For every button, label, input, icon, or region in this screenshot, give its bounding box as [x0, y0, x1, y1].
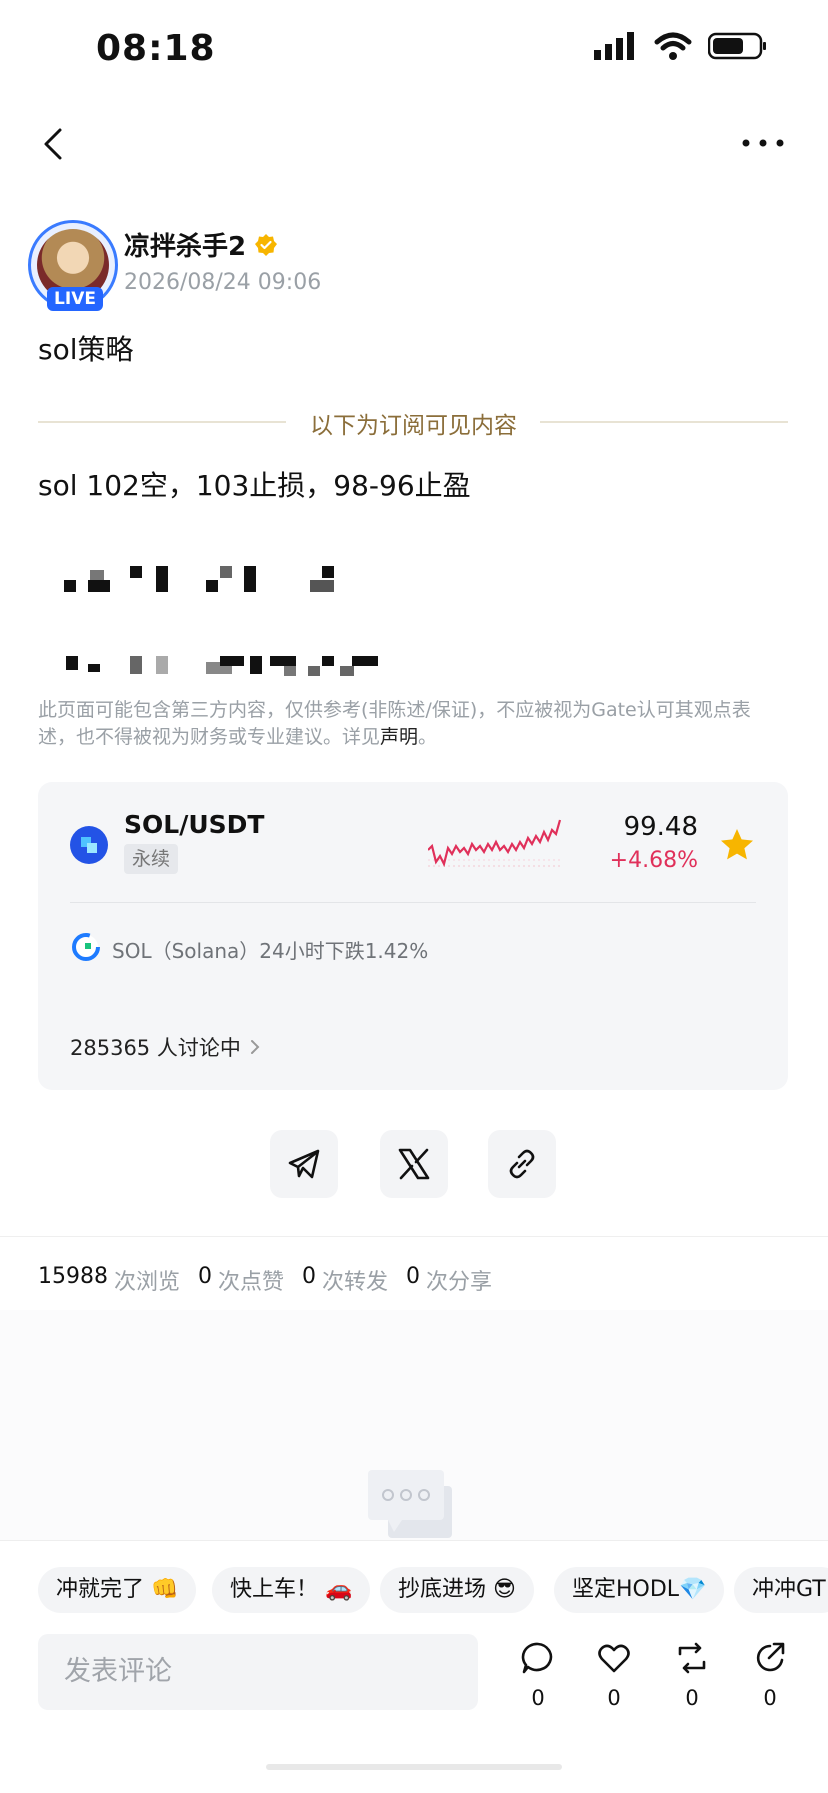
- shares-label: 次分享: [426, 1270, 493, 1295]
- share-x-button[interactable]: [380, 1130, 448, 1198]
- author-row: 凉拌杀手2: [124, 226, 278, 263]
- wifi-icon: [654, 32, 692, 60]
- views-label: 次浏览: [114, 1270, 181, 1295]
- link-icon: [509, 1149, 535, 1179]
- repost-icon: [678, 1642, 706, 1674]
- favorite-star-icon[interactable]: [718, 826, 756, 864]
- price-sparkline: [428, 819, 562, 868]
- likes-count: 0: [198, 1264, 213, 1289]
- live-badge: LIVE: [47, 287, 103, 311]
- post-time: 2026/08/24 09:06: [124, 270, 322, 295]
- section-separator: [0, 1236, 828, 1237]
- verified-icon: [255, 233, 278, 256]
- home-indicator: [266, 1764, 562, 1770]
- avatar[interactable]: LIVE: [28, 220, 118, 311]
- divider-line-left: [38, 421, 286, 423]
- comment-icon: [521, 1642, 553, 1674]
- reposts-label: 次转发: [322, 1270, 389, 1295]
- news-headline[interactable]: SOL（Solana）24小时下跌1.42%: [112, 935, 428, 964]
- share-action[interactable]: 0: [750, 1640, 790, 1710]
- copy-link-button[interactable]: [488, 1130, 556, 1198]
- chevron-right-icon: [250, 1040, 260, 1054]
- author-name[interactable]: 凉拌杀手2: [124, 226, 246, 263]
- views-count: 15988: [38, 1264, 108, 1289]
- quick-reply-chip[interactable]: 快上车！ 🚗: [212, 1567, 371, 1613]
- empty-comments-icon: [368, 1470, 452, 1538]
- quick-reply-chip[interactable]: 坚定HODL💎: [554, 1567, 725, 1613]
- pixelated-content: [60, 560, 420, 680]
- reposts-count: 0: [302, 1264, 317, 1289]
- comment-input[interactable]: 发表评论: [38, 1634, 478, 1710]
- status-time: 08:18: [96, 28, 216, 69]
- post-stats: 15988 次浏览 0 次点赞 0 次转发 0 次分享: [38, 1264, 510, 1296]
- telegram-icon: [288, 1149, 320, 1179]
- price-change: +4.68%: [609, 848, 698, 873]
- signal-icon: [594, 32, 634, 60]
- back-icon[interactable]: [36, 124, 76, 164]
- price-value: 99.48: [623, 812, 698, 842]
- comment-count: 0: [531, 1686, 545, 1710]
- status-icons: [594, 32, 768, 60]
- x-icon: [398, 1148, 430, 1180]
- discussion-count-link[interactable]: 285365 人讨论中: [70, 1032, 263, 1062]
- like-action[interactable]: 0: [594, 1640, 634, 1710]
- quick-reply-chip[interactable]: 冲冲GT: [734, 1567, 828, 1613]
- repost-count: 0: [685, 1686, 699, 1710]
- card-divider: [70, 902, 756, 903]
- gate-news-icon: [72, 933, 100, 961]
- share-count: 0: [763, 1686, 777, 1710]
- status-bar: 08:18: [0, 0, 828, 100]
- share-telegram-button[interactable]: [270, 1130, 338, 1198]
- perpetual-tag: 永续: [124, 844, 179, 874]
- pair-name: SOL/USDT: [124, 810, 265, 839]
- post-line: sol 102空，103止损，98-96止盈: [38, 469, 471, 502]
- more-icon[interactable]: [738, 128, 788, 158]
- share-icon: [756, 1642, 785, 1672]
- post-title: sol策略: [38, 333, 134, 366]
- heart-icon: [598, 1644, 630, 1673]
- quick-reply-chip[interactable]: 冲就完了 👊: [38, 1567, 197, 1613]
- disclaimer: 此页面可能包含第三方内容，仅供参考(非陈述/保证)，不应被视为Gate认可其观点…: [38, 697, 766, 751]
- comment-action[interactable]: 0: [518, 1640, 558, 1710]
- discussion-count: 285365 人讨论中: [70, 1036, 241, 1060]
- battery-icon: [708, 32, 766, 60]
- divider-line-right: [540, 421, 788, 423]
- likes-label: 次点赞: [218, 1270, 285, 1295]
- repost-action[interactable]: 0: [672, 1640, 712, 1710]
- shares-count: 0: [406, 1264, 421, 1289]
- subscription-divider-label: 以下为订阅可见内容: [310, 413, 517, 439]
- quick-reply-chip[interactable]: 抄底进场 😎: [380, 1567, 534, 1613]
- like-count: 0: [607, 1686, 621, 1710]
- sol-coin-icon: [70, 826, 108, 864]
- disclaimer-end: 。: [418, 726, 438, 748]
- disclaimer-link[interactable]: 声明: [380, 726, 418, 748]
